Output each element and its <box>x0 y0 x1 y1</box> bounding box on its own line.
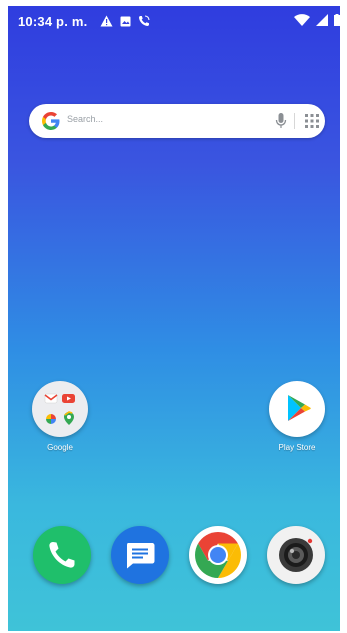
status-time: 10:34 p. m. <box>18 14 88 29</box>
play-store-app[interactable]: Play Store <box>262 381 332 452</box>
warning-icon <box>100 15 113 27</box>
google-folder-icon <box>32 381 88 437</box>
chrome-app-icon[interactable] <box>189 526 247 584</box>
signal-icon <box>316 14 328 26</box>
google-search-bar[interactable]: Search... <box>29 104 325 138</box>
search-divider <box>294 113 295 129</box>
google-g-icon <box>42 112 60 130</box>
gallery-icon <box>120 16 131 26</box>
app-label-play-store: Play Store <box>278 443 316 452</box>
battery-icon <box>334 14 340 26</box>
google-folder[interactable]: Google <box>25 381 95 452</box>
apps-grid-icon[interactable] <box>305 114 319 128</box>
status-bar: 10:34 p. m. <box>8 6 340 36</box>
camera-app-icon[interactable] <box>267 526 325 584</box>
home-screen: 10:34 p. m. Search... Google Play Store <box>8 6 340 631</box>
mic-icon[interactable] <box>275 112 287 130</box>
wifi-icon <box>294 14 310 26</box>
play-store-icon <box>269 381 325 437</box>
status-system-icons <box>294 14 340 26</box>
search-input[interactable]: Search... <box>67 114 103 124</box>
phone-call-icon <box>139 15 150 26</box>
app-label-google: Google <box>47 443 73 452</box>
status-notification-icons <box>100 15 150 27</box>
messages-app-icon[interactable] <box>111 526 169 584</box>
phone-app-icon[interactable] <box>33 526 91 584</box>
